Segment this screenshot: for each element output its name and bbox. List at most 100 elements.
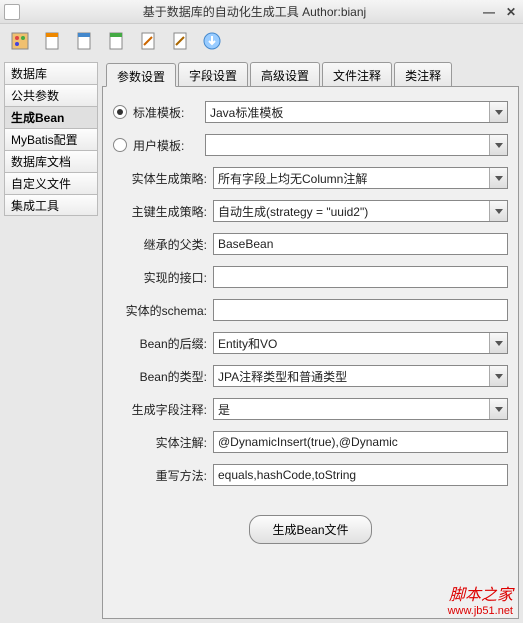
tab-advanced-settings[interactable]: 高级设置 — [250, 62, 320, 86]
settings-panel: 标准模板: Java标准模板 用户模板: 实体生成策略: 所有字段上均无Colu… — [102, 86, 519, 619]
tool-btn-3[interactable] — [70, 28, 98, 54]
radio-user-template[interactable] — [113, 138, 127, 152]
combo-value: JPA注释类型和普通类型 — [218, 368, 347, 385]
dropdown-icon — [489, 366, 507, 386]
row-bean-type: Bean的类型: JPA注释类型和普通类型 — [113, 365, 508, 387]
sidebar-item-custom-file[interactable]: 自定义文件 — [4, 172, 98, 194]
sidebar-label: 数据库文档 — [11, 153, 71, 170]
combo-value: 是 — [218, 401, 230, 418]
row-pk-strategy: 主键生成策略: 自动生成(strategy = "uuid2") — [113, 200, 508, 222]
sidebar-label: 生成Bean — [11, 109, 64, 126]
dropdown-icon — [489, 399, 507, 419]
dropdown-icon — [489, 135, 507, 155]
label-std-template: 标准模板: — [133, 104, 199, 121]
tool-btn-5[interactable] — [134, 28, 162, 54]
main-area: 数据库 公共参数 生成Bean MyBatis配置 数据库文档 自定义文件 集成… — [0, 58, 523, 623]
download-icon — [202, 31, 222, 51]
tool-btn-4[interactable] — [102, 28, 130, 54]
app-icon — [4, 4, 20, 20]
input-entity-anno[interactable]: @DynamicInsert(true),@Dynamic — [213, 431, 508, 453]
content-area: 参数设置 字段设置 高级设置 文件注释 类注释 标准模板: Java标准模板 用… — [102, 62, 519, 619]
combo-suffix[interactable]: Entity和VO — [213, 332, 508, 354]
sidebar-label: 数据库 — [11, 65, 47, 82]
sidebar-label: 自定义文件 — [11, 175, 71, 192]
tool-btn-7[interactable] — [198, 28, 226, 54]
combo-bean-type[interactable]: JPA注释类型和普通类型 — [213, 365, 508, 387]
input-schema[interactable] — [213, 299, 508, 321]
row-override: 重写方法: equals,hashCode,toString — [113, 464, 508, 486]
sidebar-item-mybatis[interactable]: MyBatis配置 — [4, 128, 98, 150]
doc-orange-icon — [42, 31, 62, 51]
tool-btn-1[interactable] — [6, 28, 34, 54]
tab-param-settings[interactable]: 参数设置 — [106, 63, 176, 87]
row-std-template: 标准模板: Java标准模板 — [113, 101, 508, 123]
input-value: equals,hashCode,toString — [218, 468, 356, 482]
combo-field-comment[interactable]: 是 — [213, 398, 508, 420]
combo-value: Java标准模板 — [210, 104, 283, 121]
edit-icon — [138, 31, 158, 51]
dropdown-icon — [489, 102, 507, 122]
input-value: @DynamicInsert(true),@Dynamic — [218, 435, 398, 449]
titlebar-buttons: — ✕ — [481, 4, 519, 20]
input-override[interactable]: equals,hashCode,toString — [213, 464, 508, 486]
tool-btn-6[interactable] — [166, 28, 194, 54]
row-suffix: Bean的后缀: Entity和VO — [113, 332, 508, 354]
sidebar-label: 公共参数 — [11, 87, 59, 104]
sidebar-item-common-params[interactable]: 公共参数 — [4, 84, 98, 106]
combo-value: 自动生成(strategy = "uuid2") — [218, 203, 368, 220]
sidebar-label: 集成工具 — [11, 197, 59, 214]
label-interface: 实现的接口: — [113, 269, 207, 286]
row-field-comment: 生成字段注释: 是 — [113, 398, 508, 420]
edit2-icon — [170, 31, 190, 51]
sidebar-item-database[interactable]: 数据库 — [4, 62, 98, 84]
row-entity-strategy: 实体生成策略: 所有字段上均无Column注解 — [113, 167, 508, 189]
label-entity-strategy: 实体生成策略: — [113, 170, 207, 187]
dropdown-icon — [489, 333, 507, 353]
label-user-template: 用户模板: — [133, 137, 199, 154]
sidebar-item-integration[interactable]: 集成工具 — [4, 194, 98, 216]
combo-user-template[interactable] — [205, 134, 508, 156]
window-title: 基于数据库的自动化生成工具 Author:bianj — [28, 3, 481, 20]
label-entity-anno: 实体注解: — [113, 434, 207, 451]
combo-entity-strategy[interactable]: 所有字段上均无Column注解 — [213, 167, 508, 189]
sidebar-item-db-doc[interactable]: 数据库文档 — [4, 150, 98, 172]
radio-std-template[interactable] — [113, 105, 127, 119]
combo-pk-strategy[interactable]: 自动生成(strategy = "uuid2") — [213, 200, 508, 222]
input-interface[interactable] — [213, 266, 508, 288]
row-schema: 实体的schema: — [113, 299, 508, 321]
titlebar: 基于数据库的自动化生成工具 Author:bianj — ✕ — [0, 0, 523, 24]
doc-green-icon — [106, 31, 126, 51]
sidebar-item-generate-bean[interactable]: 生成Bean — [4, 106, 98, 128]
row-parent-class: 继承的父类: BaseBean — [113, 233, 508, 255]
tab-bar: 参数设置 字段设置 高级设置 文件注释 类注释 — [102, 62, 519, 86]
app-window: 基于数据库的自动化生成工具 Author:bianj — ✕ 数据库 公共参数 … — [0, 0, 523, 623]
combo-value: 所有字段上均无Column注解 — [218, 170, 367, 187]
row-user-template: 用户模板: — [113, 134, 508, 156]
combo-value: Entity和VO — [218, 335, 277, 352]
doc-blue-icon — [74, 31, 94, 51]
label-pk-strategy: 主键生成策略: — [113, 203, 207, 220]
row-entity-anno: 实体注解: @DynamicInsert(true),@Dynamic — [113, 431, 508, 453]
input-parent-class[interactable]: BaseBean — [213, 233, 508, 255]
input-value: BaseBean — [218, 237, 273, 251]
tab-file-comment[interactable]: 文件注释 — [322, 62, 392, 86]
label-field-comment: 生成字段注释: — [113, 401, 207, 418]
sidebar: 数据库 公共参数 生成Bean MyBatis配置 数据库文档 自定义文件 集成… — [4, 62, 98, 619]
palette-icon — [10, 31, 30, 51]
dropdown-icon — [489, 168, 507, 188]
close-button[interactable]: ✕ — [503, 4, 519, 20]
label-schema: 实体的schema: — [113, 302, 207, 319]
tab-class-comment[interactable]: 类注释 — [394, 62, 452, 86]
label-bean-type: Bean的类型: — [113, 368, 207, 385]
tab-field-settings[interactable]: 字段设置 — [178, 62, 248, 86]
combo-std-template[interactable]: Java标准模板 — [205, 101, 508, 123]
row-interface: 实现的接口: — [113, 266, 508, 288]
sidebar-label: MyBatis配置 — [11, 131, 78, 148]
label-parent-class: 继承的父类: — [113, 236, 207, 253]
generate-bean-button[interactable]: 生成Bean文件 — [249, 515, 371, 544]
tool-btn-2[interactable] — [38, 28, 66, 54]
dropdown-icon — [489, 201, 507, 221]
toolbar — [0, 24, 523, 58]
label-suffix: Bean的后缀: — [113, 335, 207, 352]
minimize-button[interactable]: — — [481, 4, 497, 20]
